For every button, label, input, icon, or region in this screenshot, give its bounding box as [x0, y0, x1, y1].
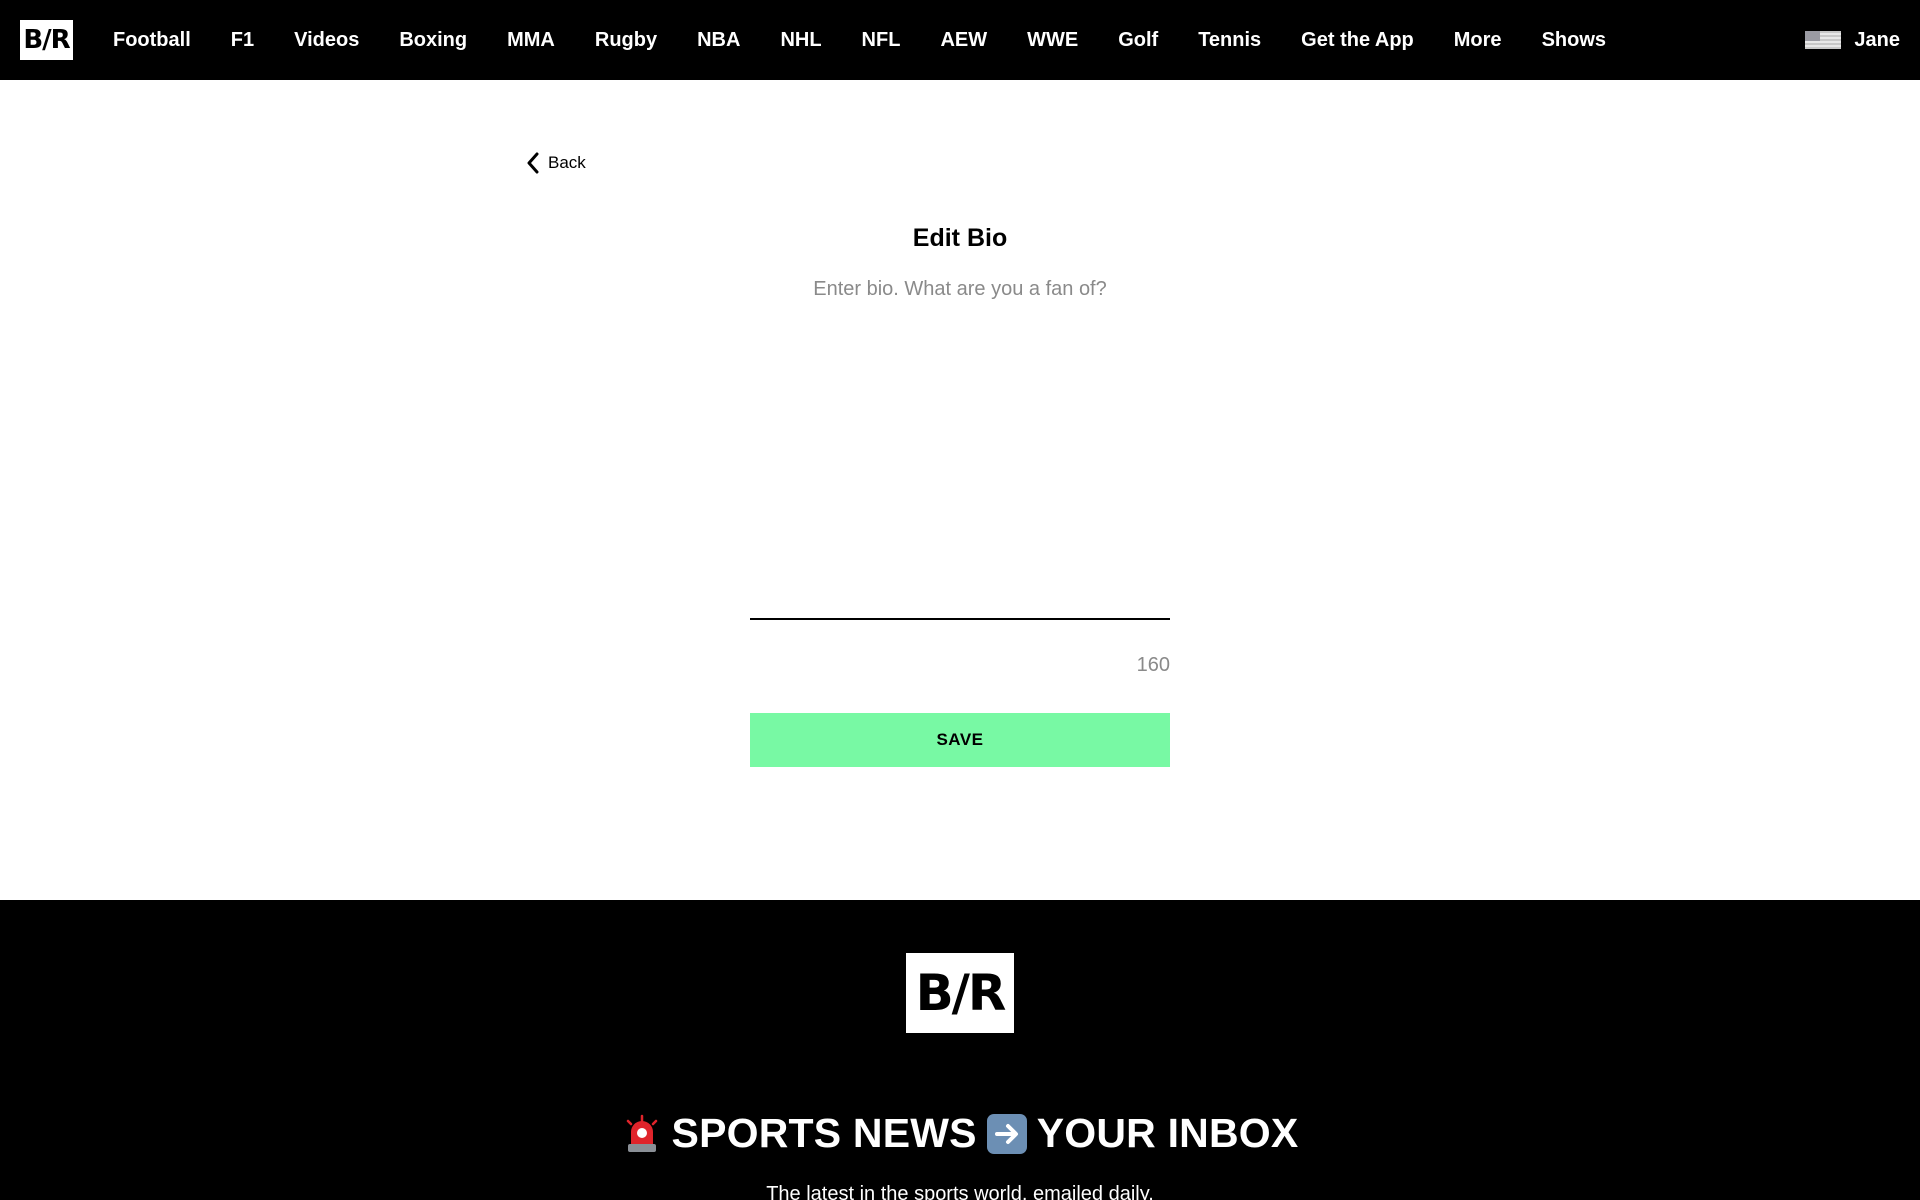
- nav-item-wwe[interactable]: WWE: [1027, 29, 1078, 52]
- nav-item-football[interactable]: Football: [113, 29, 191, 52]
- footer: B/R SPORTS NEWS YOUR INBOX The latest in…: [0, 900, 1920, 1200]
- nav-item-aew[interactable]: AEW: [940, 29, 987, 52]
- br-logo-text: B/R: [23, 25, 70, 55]
- nav-item-videos[interactable]: Videos: [294, 29, 359, 52]
- page-title: Edit Bio: [912, 224, 1008, 252]
- chevron-left-icon: [526, 152, 540, 174]
- character-count: 160: [1136, 654, 1170, 676]
- back-button[interactable]: Back: [526, 152, 586, 174]
- nav-item-rugby[interactable]: Rugby: [595, 29, 657, 52]
- footer-br-logo[interactable]: B/R: [906, 953, 1014, 1033]
- us-flag-icon[interactable]: [1805, 31, 1842, 49]
- nav-item-mma[interactable]: MMA: [507, 29, 555, 52]
- top-nav: B/R Football F1 Videos Boxing MMA Rugby …: [0, 0, 1920, 80]
- save-button[interactable]: SAVE: [750, 713, 1170, 767]
- newsletter-subtitle: The latest in the sports world, emailed …: [766, 1183, 1154, 1200]
- user-name[interactable]: Jane: [1854, 29, 1900, 52]
- back-label: Back: [548, 153, 586, 172]
- footer-logo-text: B/R: [915, 964, 1007, 1022]
- nav-item-f1[interactable]: F1: [231, 29, 254, 52]
- siren-icon: [622, 1114, 662, 1154]
- newsletter-right-text: YOUR INBOX: [1036, 1110, 1299, 1156]
- nav-item-golf[interactable]: Golf: [1118, 29, 1158, 52]
- nav-item-get-the-app[interactable]: Get the App: [1301, 29, 1414, 52]
- nav-item-nfl[interactable]: NFL: [862, 29, 901, 52]
- nav-item-nhl[interactable]: NHL: [780, 29, 821, 52]
- newsletter-left-text: SPORTS NEWS: [671, 1110, 977, 1156]
- right-arrow-icon: [986, 1113, 1027, 1154]
- bio-input[interactable]: [750, 278, 1170, 620]
- nav-user-area: Jane: [1805, 0, 1900, 80]
- nav-item-tennis[interactable]: Tennis: [1198, 29, 1261, 52]
- nav-item-nba[interactable]: NBA: [697, 29, 740, 52]
- nav-menu: Football F1 Videos Boxing MMA Rugby NBA …: [113, 0, 1646, 80]
- nav-item-boxing[interactable]: Boxing: [399, 29, 467, 52]
- nav-item-more[interactable]: More: [1454, 29, 1502, 52]
- nav-item-shows[interactable]: Shows: [1542, 29, 1606, 52]
- br-logo[interactable]: B/R: [20, 20, 73, 60]
- newsletter-heading: SPORTS NEWS YOUR INBOX: [0, 1110, 1920, 1157]
